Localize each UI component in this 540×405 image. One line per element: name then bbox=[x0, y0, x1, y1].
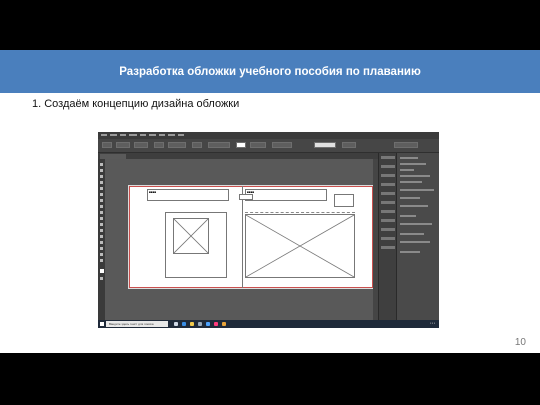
small-frame[interactable] bbox=[334, 194, 354, 207]
edge-icon[interactable] bbox=[182, 322, 186, 326]
panel-row bbox=[400, 241, 430, 243]
panel-row bbox=[400, 197, 420, 199]
panel-row bbox=[400, 205, 428, 207]
control-field[interactable] bbox=[154, 142, 164, 148]
page-number: 10 bbox=[514, 337, 526, 348]
panel-row bbox=[400, 223, 432, 225]
indesign-screenshot: ■■■■ ■■■■ Введите здесь текст для поиска… bbox=[98, 132, 439, 328]
tools-panel bbox=[98, 159, 105, 320]
placeholder-cross-icon bbox=[246, 215, 354, 277]
title-text-frame[interactable] bbox=[147, 189, 229, 201]
pencil-tool-icon[interactable] bbox=[100, 205, 103, 208]
panel-row bbox=[400, 157, 418, 159]
store-icon[interactable] bbox=[198, 322, 202, 326]
transform-tool-icon[interactable] bbox=[100, 229, 103, 232]
preview-mode-icon[interactable] bbox=[100, 277, 103, 280]
chrome-icon[interactable] bbox=[222, 322, 226, 326]
pen-tool-icon[interactable] bbox=[100, 199, 103, 202]
swatches-panel-icon[interactable] bbox=[381, 201, 395, 204]
type-tool-icon[interactable] bbox=[100, 187, 103, 190]
properties-panel bbox=[396, 153, 439, 320]
image-frame[interactable] bbox=[245, 214, 355, 278]
stroke-panel-icon[interactable] bbox=[381, 183, 395, 186]
control-field[interactable] bbox=[250, 142, 266, 148]
control-panel bbox=[98, 139, 439, 153]
search-field[interactable] bbox=[314, 142, 336, 148]
text-wrap-icon[interactable] bbox=[381, 219, 395, 222]
small-frame[interactable] bbox=[239, 194, 253, 200]
fill-swatch[interactable] bbox=[236, 142, 246, 148]
frame-label: ■■■■ bbox=[149, 190, 157, 194]
windows-taskbar: Введите здесь текст для поиска ▪ ▪ ▪ bbox=[98, 320, 439, 328]
effects-panel-icon[interactable] bbox=[381, 246, 395, 249]
page-spread: ■■■■ ■■■■ bbox=[128, 185, 374, 289]
image-frame[interactable] bbox=[173, 218, 209, 254]
document-canvas[interactable]: ■■■■ ■■■■ bbox=[105, 159, 374, 320]
fill-stroke-icon[interactable] bbox=[100, 269, 104, 273]
direct-selection-tool-icon[interactable] bbox=[100, 169, 103, 172]
eyedropper-tool-icon[interactable] bbox=[100, 247, 103, 250]
indesign-icon[interactable] bbox=[214, 322, 218, 326]
explorer-icon[interactable] bbox=[190, 322, 194, 326]
control-field[interactable] bbox=[116, 142, 130, 148]
slide-title-bar: Разработка обложки учебного пособия по п… bbox=[0, 50, 540, 93]
title-text-frame[interactable] bbox=[245, 189, 327, 201]
note-tool-icon[interactable] bbox=[100, 241, 103, 244]
rectangle-tool-icon[interactable] bbox=[100, 217, 103, 220]
panel-row bbox=[400, 251, 420, 253]
guide-line bbox=[245, 212, 355, 213]
slide-title: Разработка обложки учебного пособия по п… bbox=[119, 65, 421, 78]
page-tool-icon[interactable] bbox=[100, 175, 103, 178]
panel-row bbox=[400, 175, 430, 177]
scissors-tool-icon[interactable] bbox=[100, 223, 103, 226]
taskview-icon[interactable] bbox=[174, 322, 178, 326]
pages-panel-icon[interactable] bbox=[381, 156, 395, 159]
gradient-tool-icon[interactable] bbox=[100, 235, 103, 238]
gap-tool-icon[interactable] bbox=[100, 181, 103, 184]
layers-panel-icon[interactable] bbox=[381, 165, 395, 168]
panel-row bbox=[400, 181, 422, 183]
pathfinder-icon[interactable] bbox=[381, 237, 395, 240]
taskbar-search-input[interactable]: Введите здесь текст для поиска bbox=[106, 321, 168, 327]
control-field[interactable] bbox=[342, 142, 356, 148]
slide-subtitle: 1. Создаём концепцию дизайна обложки bbox=[32, 98, 240, 110]
spine-guide bbox=[242, 186, 243, 288]
control-field[interactable] bbox=[134, 142, 148, 148]
control-field[interactable] bbox=[102, 142, 112, 148]
panel-row bbox=[400, 189, 434, 191]
panel-row bbox=[400, 169, 414, 171]
windows-start-icon[interactable] bbox=[100, 322, 104, 326]
mail-icon[interactable] bbox=[206, 322, 210, 326]
control-field[interactable] bbox=[168, 142, 186, 148]
panel-row bbox=[400, 215, 416, 217]
control-field[interactable] bbox=[208, 142, 230, 148]
color-panel-icon[interactable] bbox=[381, 192, 395, 195]
align-panel-icon[interactable] bbox=[381, 228, 395, 231]
rectangle-frame-tool-icon[interactable] bbox=[100, 211, 103, 214]
zoom-tool-icon[interactable] bbox=[100, 259, 103, 262]
links-panel-icon[interactable] bbox=[381, 174, 395, 177]
slide: Разработка обложки учебного пособия по п… bbox=[0, 50, 540, 353]
placeholder-cross-icon bbox=[174, 219, 208, 253]
cc-libraries-icon[interactable] bbox=[381, 210, 395, 213]
workspace-switcher[interactable] bbox=[394, 142, 418, 148]
system-tray: ▪ ▪ ▪ bbox=[430, 321, 435, 325]
panel-dock bbox=[378, 153, 397, 320]
control-field[interactable] bbox=[192, 142, 202, 148]
panel-row bbox=[400, 233, 424, 235]
control-field[interactable] bbox=[272, 142, 292, 148]
panel-row bbox=[400, 163, 426, 165]
line-tool-icon[interactable] bbox=[100, 193, 103, 196]
menu-bar bbox=[98, 132, 439, 139]
selection-tool-icon[interactable] bbox=[100, 163, 103, 166]
hand-tool-icon[interactable] bbox=[100, 253, 103, 256]
